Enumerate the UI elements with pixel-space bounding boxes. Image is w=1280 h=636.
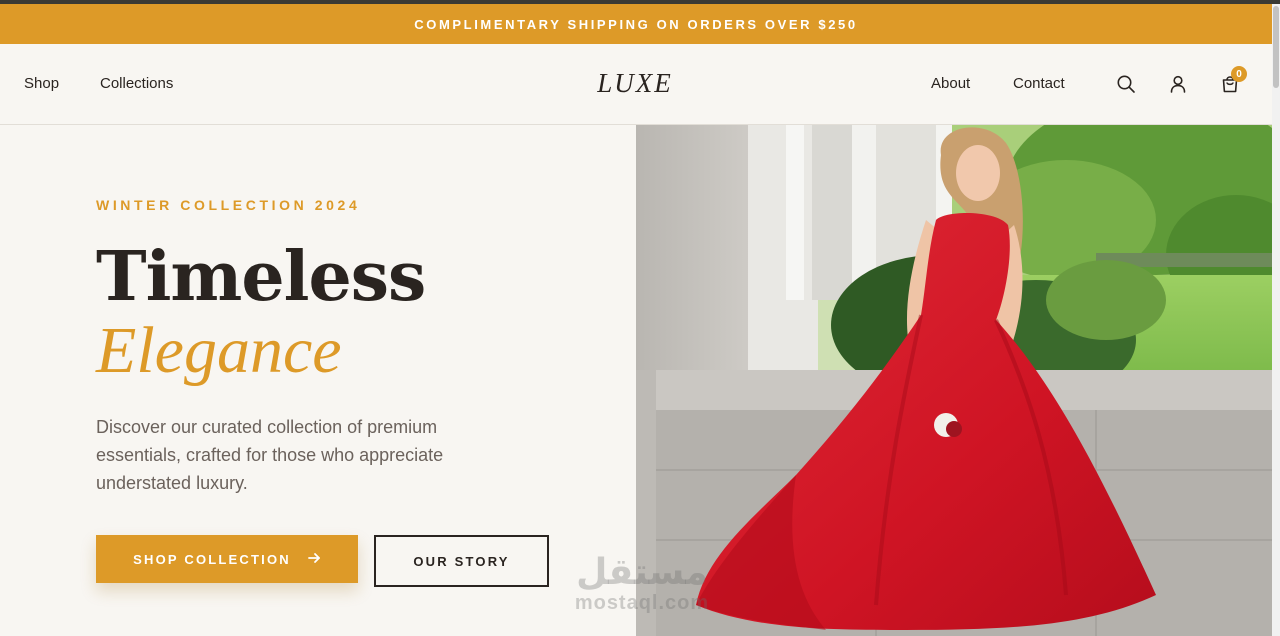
hero-image	[636, 125, 1272, 636]
shop-collection-label: SHOP COLLECTION	[133, 551, 291, 567]
our-story-button[interactable]: OUR STORY	[374, 535, 549, 587]
site-watermark: مستقل mostaql.com	[562, 552, 722, 615]
nav-link-collections[interactable]: Collections	[100, 75, 173, 92]
search-icon[interactable]	[1114, 72, 1138, 96]
scrollbar-thumb[interactable]	[1273, 6, 1279, 88]
watermark-arabic: مستقل	[576, 551, 708, 592]
announcement-text: COMPLIMENTARY SHIPPING ON ORDERS OVER $2…	[414, 16, 858, 32]
main-navigation: Shop Collections LUXE About Contact 0	[0, 44, 1272, 125]
arrow-right-icon	[307, 551, 321, 568]
announcement-bar: COMPLIMENTARY SHIPPING ON ORDERS OVER $2…	[0, 4, 1272, 44]
hero-headline: Timeless	[96, 237, 426, 317]
page-scrollbar[interactable]	[1272, 4, 1280, 636]
shop-collection-button[interactable]: SHOP COLLECTION	[96, 535, 358, 583]
user-icon[interactable]	[1166, 72, 1190, 96]
our-story-label: OUR STORY	[413, 553, 510, 569]
hero-description: Discover our curated collection of premi…	[96, 417, 444, 493]
hero-text-panel: WINTER COLLECTION 2024 Timeless Elegance…	[0, 125, 636, 636]
watermark-latin: mostaql.com	[574, 592, 710, 614]
hero-headline-accent: Elegance	[96, 314, 342, 387]
nav-link-about[interactable]: About	[931, 75, 970, 92]
cart-count-badge: 0	[1231, 66, 1247, 82]
hero-eyebrow: WINTER COLLECTION 2024	[96, 197, 361, 213]
nav-link-shop[interactable]: Shop	[24, 75, 59, 92]
nav-link-contact[interactable]: Contact	[1013, 75, 1065, 92]
brand-logo[interactable]: LUXE	[560, 68, 710, 99]
